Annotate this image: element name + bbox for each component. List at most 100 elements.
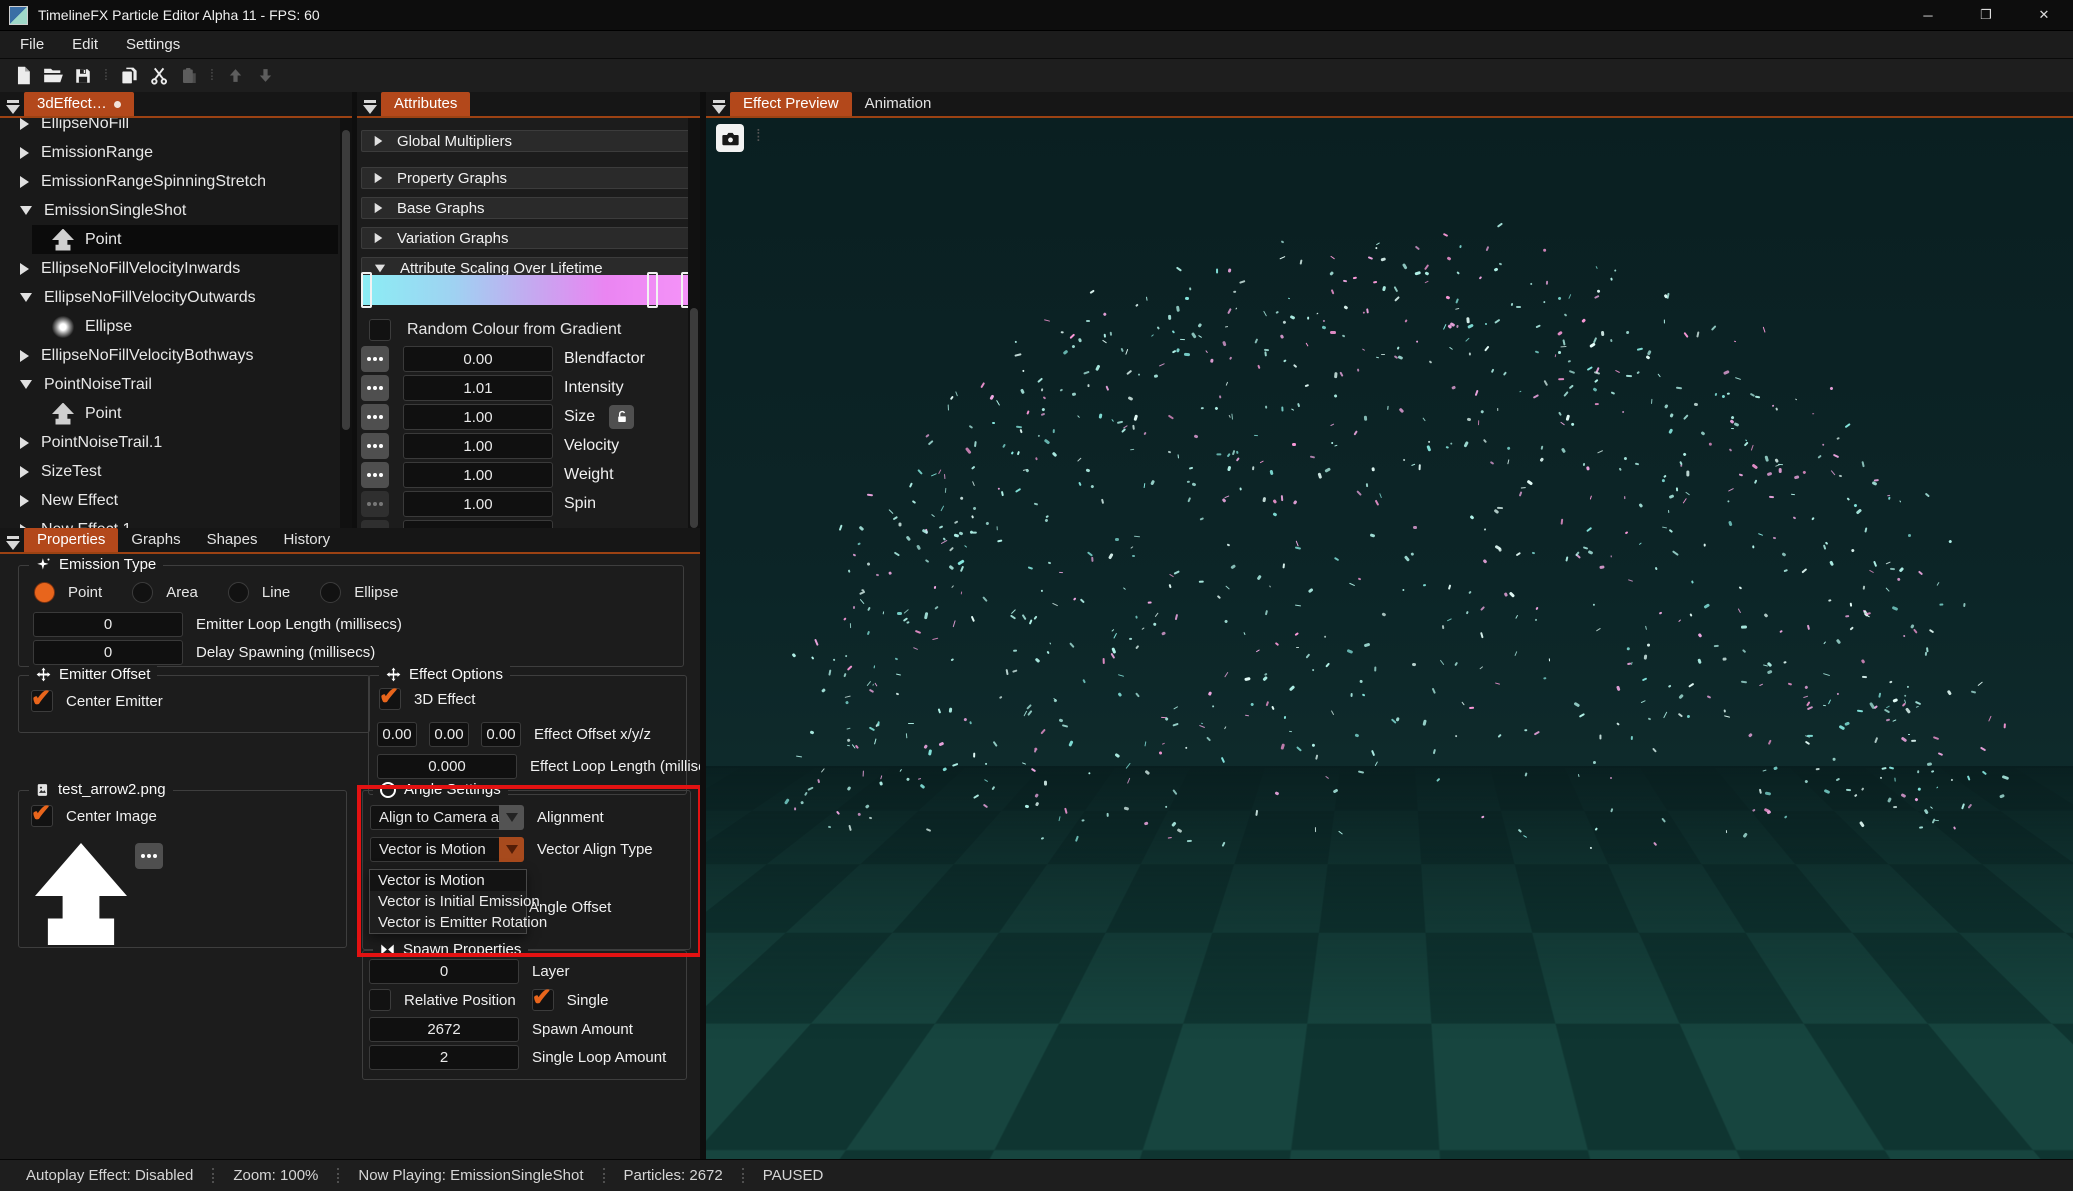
lock-icon[interactable]: [609, 405, 634, 429]
close-button[interactable]: ✕: [2015, 0, 2073, 30]
open-file-icon[interactable]: [38, 63, 68, 89]
center-image-checkbox[interactable]: [31, 805, 53, 827]
effect-loop-length-input[interactable]: 0.000: [377, 754, 517, 779]
tree-scrollbar-thumb[interactable]: [342, 130, 350, 430]
tree-item-emissionrangespinningstretch[interactable]: EmissionRangeSpinningStretch: [0, 167, 338, 196]
tree-item-pointnoisetrail[interactable]: PointNoiseTrail: [0, 370, 338, 399]
dropdown-option-vector-is-motion[interactable]: Vector is Motion: [370, 870, 526, 891]
expand-arrow-icon[interactable]: [20, 176, 29, 188]
cut-icon[interactable]: [144, 63, 174, 89]
spawn-amount-input[interactable]: 2672: [369, 1017, 519, 1042]
chevron-down-icon[interactable]: [499, 805, 524, 830]
gradient-handle[interactable]: [361, 272, 372, 308]
maximize-button[interactable]: ❐: [1957, 0, 2015, 30]
tab-animation[interactable]: Animation: [852, 92, 945, 116]
single-loop-amount-input[interactable]: 2: [369, 1045, 519, 1070]
alignment-value[interactable]: Align to Camera and: [370, 805, 499, 830]
graph-options-button[interactable]: [361, 404, 389, 430]
alignment-dropdown[interactable]: Align to Camera and: [370, 805, 524, 830]
graph-options-button[interactable]: [361, 462, 389, 488]
partial-input[interactable]: [403, 520, 553, 528]
graph-options-button[interactable]: [361, 520, 389, 528]
tree-item-ellipse[interactable]: Ellipse: [0, 312, 338, 341]
tree-item-pointnoisetrail-1[interactable]: PointNoiseTrail.1: [0, 428, 338, 457]
effect-offset-x-input[interactable]: 0.00: [377, 722, 417, 747]
expand-arrow-icon[interactable]: [20, 437, 29, 449]
gradient-handle[interactable]: [647, 272, 658, 308]
3d-effect-checkbox[interactable]: [379, 688, 401, 710]
velocity-input[interactable]: 1.00: [403, 433, 553, 459]
panel-menu-icon[interactable]: [359, 96, 381, 116]
weight-input[interactable]: 1.00: [403, 462, 553, 488]
menu-settings[interactable]: Settings: [112, 36, 194, 53]
effect-offset-z-input[interactable]: 0.00: [481, 722, 521, 747]
menu-edit[interactable]: Edit: [58, 36, 112, 53]
vector-align-dropdown[interactable]: Vector is Motion: [370, 837, 524, 862]
radio-point[interactable]: Point: [34, 582, 102, 603]
tab-3deffects[interactable]: 3dEffect…: [24, 92, 134, 116]
paste-icon[interactable]: [174, 63, 204, 89]
gradient-bar[interactable]: [361, 275, 692, 305]
expand-arrow-icon[interactable]: [20, 263, 29, 275]
blendfactor-input[interactable]: 0.00: [403, 346, 553, 372]
minimize-button[interactable]: ─: [1899, 0, 1957, 30]
preview-scene[interactable]: [706, 118, 2073, 1160]
graph-options-button[interactable]: [361, 433, 389, 459]
size-input[interactable]: 1.00: [403, 404, 553, 430]
tab-history[interactable]: History: [270, 528, 343, 552]
tab-effect-preview[interactable]: Effect Preview: [730, 92, 852, 116]
expand-arrow-icon[interactable]: [20, 495, 29, 507]
panel-menu-icon[interactable]: [2, 96, 24, 116]
graph-options-button[interactable]: [361, 375, 389, 401]
tree-item-point[interactable]: Point: [32, 225, 338, 254]
camera-icon[interactable]: [716, 124, 744, 152]
tree-item-sizetest[interactable]: SizeTest: [0, 457, 338, 486]
radio-area[interactable]: Area: [132, 582, 198, 603]
section-global-multipliers[interactable]: Global Multipliers: [361, 130, 692, 152]
graph-options-button[interactable]: [361, 346, 389, 372]
radio-line[interactable]: Line: [228, 582, 290, 603]
chevron-down-icon[interactable]: [499, 837, 524, 862]
dropdown-option-vector-is-initial-emission[interactable]: Vector is Initial Emission: [370, 891, 526, 912]
random-colour-checkbox[interactable]: [369, 319, 391, 341]
single-checkbox[interactable]: [532, 989, 554, 1011]
tree-item-new-effect-1[interactable]: New Effect 1: [0, 515, 338, 528]
attributes-scrollbar-thumb[interactable]: [690, 308, 698, 528]
menu-file[interactable]: File: [6, 36, 58, 53]
attributes-scrollbar[interactable]: [688, 118, 700, 528]
tree-item-new-effect[interactable]: New Effect: [0, 486, 338, 515]
center-emitter-checkbox[interactable]: [31, 690, 53, 712]
save-file-icon[interactable]: [68, 63, 98, 89]
dropdown-option-vector-is-emitter-rotation[interactable]: Vector is Emitter Rotation: [370, 912, 526, 933]
intensity-input[interactable]: 1.01: [403, 375, 553, 401]
effect-offset-y-input[interactable]: 0.00: [429, 722, 469, 747]
tree-item-point[interactable]: Point: [0, 399, 338, 428]
section-base-graphs[interactable]: Base Graphs: [361, 197, 692, 219]
copy-icon[interactable]: [114, 63, 144, 89]
radio-ellipse[interactable]: Ellipse: [320, 582, 398, 603]
tree-item-ellipsenofillvelocityinwards[interactable]: EllipseNoFillVelocityInwards: [0, 254, 338, 283]
image-options-button[interactable]: [135, 843, 163, 869]
emitter-loop-length-input[interactable]: 0: [33, 612, 183, 637]
collapse-arrow-icon[interactable]: [20, 206, 32, 215]
expand-arrow-icon[interactable]: [20, 350, 29, 362]
expand-arrow-icon[interactable]: [20, 466, 29, 478]
tree-item-emissionrange[interactable]: EmissionRange: [0, 138, 338, 167]
panel-menu-icon[interactable]: [2, 532, 24, 552]
collapse-arrow-icon[interactable]: [20, 380, 32, 389]
tree-item-emissionsingleshot[interactable]: EmissionSingleShot: [0, 196, 338, 225]
tab-attributes[interactable]: Attributes: [381, 92, 470, 116]
expand-arrow-icon[interactable]: [20, 147, 29, 159]
expand-arrow-icon[interactable]: [20, 118, 29, 130]
tab-properties[interactable]: Properties: [24, 528, 118, 552]
tree-scrollbar[interactable]: [340, 118, 352, 528]
section-property-graphs[interactable]: Property Graphs: [361, 167, 692, 189]
collapse-arrow-icon[interactable]: [20, 293, 32, 302]
tree-item-ellipsenofillvelocitybothways[interactable]: EllipseNoFillVelocityBothways: [0, 341, 338, 370]
spin-input[interactable]: 1.00: [403, 491, 553, 517]
lifetime-gradient[interactable]: [361, 275, 692, 305]
section-variation-graphs[interactable]: Variation Graphs: [361, 227, 692, 249]
relative-position-checkbox[interactable]: [369, 989, 391, 1011]
move-down-icon[interactable]: [250, 63, 280, 89]
tab-graphs[interactable]: Graphs: [118, 528, 193, 552]
